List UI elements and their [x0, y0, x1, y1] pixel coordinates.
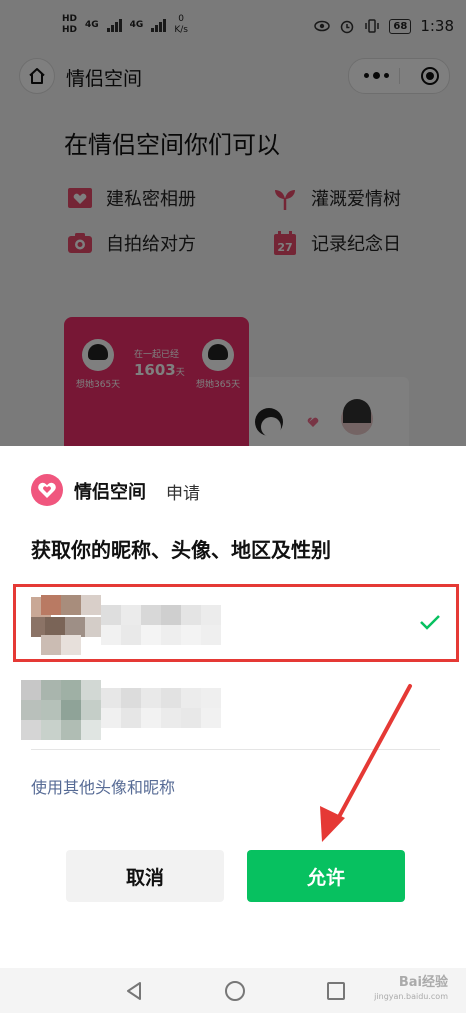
- system-nav-bar: Bai经验 jingyan.baidu.com: [0, 968, 466, 1013]
- use-other-avatar-link[interactable]: 使用其他头像和昵称: [31, 774, 175, 798]
- watermark-main: Bai经验: [398, 975, 448, 990]
- divider: [31, 749, 440, 750]
- account-option-other[interactable]: [21, 672, 440, 742]
- home-circle-icon[interactable]: [224, 980, 246, 1002]
- allow-button[interactable]: 允许: [247, 850, 405, 902]
- cancel-button[interactable]: 取消: [66, 850, 224, 902]
- account-option-current[interactable]: [31, 591, 440, 661]
- permission-title: 获取你的昵称、头像、地区及性别: [31, 538, 331, 562]
- blurred-avatar-nickname: [21, 672, 221, 740]
- back-icon[interactable]: [123, 980, 145, 1002]
- watermark-sub: jingyan.baidu.com: [374, 992, 448, 1001]
- watermark: Bai经验 jingyan.baidu.com: [374, 976, 448, 1004]
- app-name: 情侣空间: [74, 482, 146, 503]
- authorization-sheet: 情侣空间 申请 获取你的昵称、头像、地区及性别 使用其他头像和昵称 取消 允许: [0, 446, 466, 968]
- recents-icon[interactable]: [325, 980, 347, 1002]
- heart-icon: [38, 482, 56, 498]
- apply-label: 申请: [166, 484, 200, 504]
- checkmark-icon: [420, 615, 440, 630]
- blurred-avatar-nickname: [31, 591, 221, 657]
- app-logo-icon: [31, 474, 63, 506]
